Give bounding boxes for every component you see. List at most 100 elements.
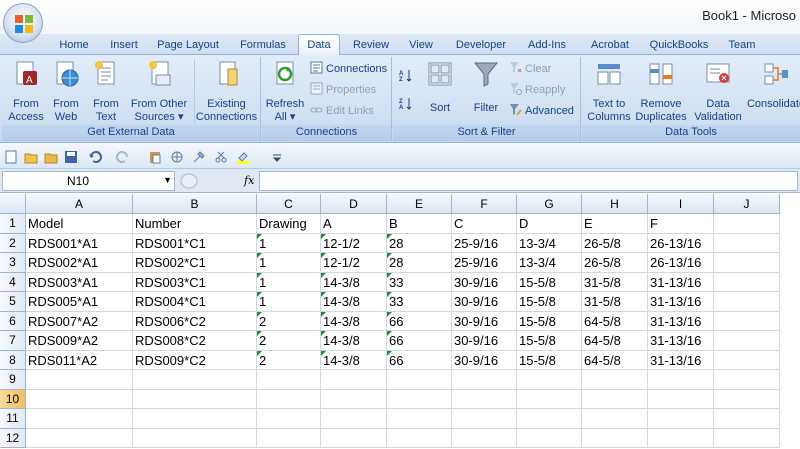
chevron-down-icon[interactable]: ▼ [163,175,172,185]
cell-h2[interactable]: 26-5/8 [582,233,648,253]
cell-a5[interactable]: RDS005*A1 [26,292,133,312]
cell-c6[interactable]: 2 [257,311,321,331]
row-header-8[interactable]: 8 [0,350,26,370]
cell-j3[interactable] [714,253,780,273]
cell-i10[interactable] [648,389,714,409]
cell-b4[interactable]: RDS003*C1 [133,272,257,292]
tab-acrobat[interactable]: Acrobat [582,37,638,55]
insert-function-icon[interactable]: fx [244,174,254,187]
cell-b5[interactable]: RDS004*C1 [133,292,257,312]
cell-i11[interactable] [648,409,714,429]
cell-a10[interactable] [26,389,133,409]
text-to-columns-button[interactable]: Text to Columns [586,59,632,124]
tab-insert[interactable]: Insert [102,37,146,55]
new-document-icon[interactable] [4,150,18,164]
cell-j7[interactable] [714,331,780,351]
cell-g11[interactable] [517,409,582,429]
cell-e2[interactable]: 28 [387,233,452,253]
cell-h10[interactable] [582,389,648,409]
cell-e11[interactable] [387,409,452,429]
column-header-a[interactable]: A [26,194,133,214]
cell-i8[interactable]: 31-13/16 [648,350,714,370]
office-button[interactable] [3,3,43,43]
cell-g7[interactable]: 15-5/8 [517,331,582,351]
cell-c12[interactable] [257,428,321,448]
cell-i7[interactable]: 31-13/16 [648,331,714,351]
cell-d5[interactable]: 14-3/8 [321,292,387,312]
formula-input[interactable] [259,171,798,191]
cell-b11[interactable] [133,409,257,429]
open-folder-icon[interactable] [24,150,38,164]
cell-f12[interactable] [452,428,517,448]
cell-h6[interactable]: 64-5/8 [582,311,648,331]
cell-j10[interactable] [714,389,780,409]
cell-a1[interactable]: Model [26,214,133,234]
select-all-corner[interactable] [0,194,26,214]
cell-f3[interactable]: 25-9/16 [452,253,517,273]
cell-b1[interactable]: Number [133,214,257,234]
existing-connections-button[interactable]: Existing Connections [194,59,258,124]
cell-c10[interactable] [257,389,321,409]
row-header-9[interactable]: 9 [0,370,26,390]
cell-a3[interactable]: RDS002*A1 [26,253,133,273]
cell-a8[interactable]: RDS011*A2 [26,350,133,370]
cell-c2[interactable]: 1 [257,233,321,253]
cell-b10[interactable] [133,389,257,409]
cell-j2[interactable] [714,233,780,253]
row-header-5[interactable]: 5 [0,292,26,312]
column-header-h[interactable]: H [582,194,648,214]
formula-bar-handle-icon[interactable] [180,173,198,189]
cell-f6[interactable]: 30-9/16 [452,311,517,331]
cell-d9[interactable] [321,370,387,390]
row-header-6[interactable]: 6 [0,311,26,331]
redo-icon[interactable] [116,150,130,164]
cell-j1[interactable] [714,214,780,234]
cell-d10[interactable] [321,389,387,409]
cell-b6[interactable]: RDS006*C2 [133,311,257,331]
cell-e9[interactable] [387,370,452,390]
cell-i9[interactable] [648,370,714,390]
cell-f10[interactable] [452,389,517,409]
cell-g6[interactable]: 15-5/8 [517,311,582,331]
cell-e6[interactable]: 66 [387,311,452,331]
cell-c9[interactable] [257,370,321,390]
cell-a4[interactable]: RDS003*A1 [26,272,133,292]
cell-f4[interactable]: 30-9/16 [452,272,517,292]
cell-h1[interactable]: E [582,214,648,234]
row-header-1[interactable]: 1 [0,214,26,234]
column-header-g[interactable]: G [517,194,582,214]
cell-d1[interactable]: A [321,214,387,234]
cell-j8[interactable] [714,350,780,370]
sort-za-button[interactable]: ZA [399,97,415,113]
tab-review[interactable]: Review [348,37,394,55]
cell-f1[interactable]: C [452,214,517,234]
cell-f8[interactable]: 30-9/16 [452,350,517,370]
cell-e10[interactable] [387,389,452,409]
cell-h12[interactable] [582,428,648,448]
highlight-fill-icon[interactable] [236,150,250,164]
tab-quickbooks[interactable]: QuickBooks [644,37,714,55]
column-header-b[interactable]: B [133,194,257,214]
cell-b12[interactable] [133,428,257,448]
tab-data[interactable]: Data [298,34,340,56]
cell-i12[interactable] [648,428,714,448]
cell-e12[interactable] [387,428,452,448]
cell-b7[interactable]: RDS008*C2 [133,331,257,351]
row-header-4[interactable]: 4 [0,272,26,292]
cell-h11[interactable] [582,409,648,429]
row-header-2[interactable]: 2 [0,233,26,253]
cell-e4[interactable]: 33 [387,272,452,292]
cell-g10[interactable] [517,389,582,409]
column-header-d[interactable]: D [321,194,387,214]
from-access-button[interactable]: A From Access [6,59,46,124]
cell-d11[interactable] [321,409,387,429]
cell-h8[interactable]: 64-5/8 [582,350,648,370]
cell-d6[interactable]: 14-3/8 [321,311,387,331]
column-header-f[interactable]: F [452,194,517,214]
column-header-i[interactable]: I [648,194,714,214]
cell-f7[interactable]: 30-9/16 [452,331,517,351]
cell-e1[interactable]: B [387,214,452,234]
cell-f9[interactable] [452,370,517,390]
tab-team[interactable]: Team [722,37,762,55]
scissors-icon[interactable] [214,150,228,164]
